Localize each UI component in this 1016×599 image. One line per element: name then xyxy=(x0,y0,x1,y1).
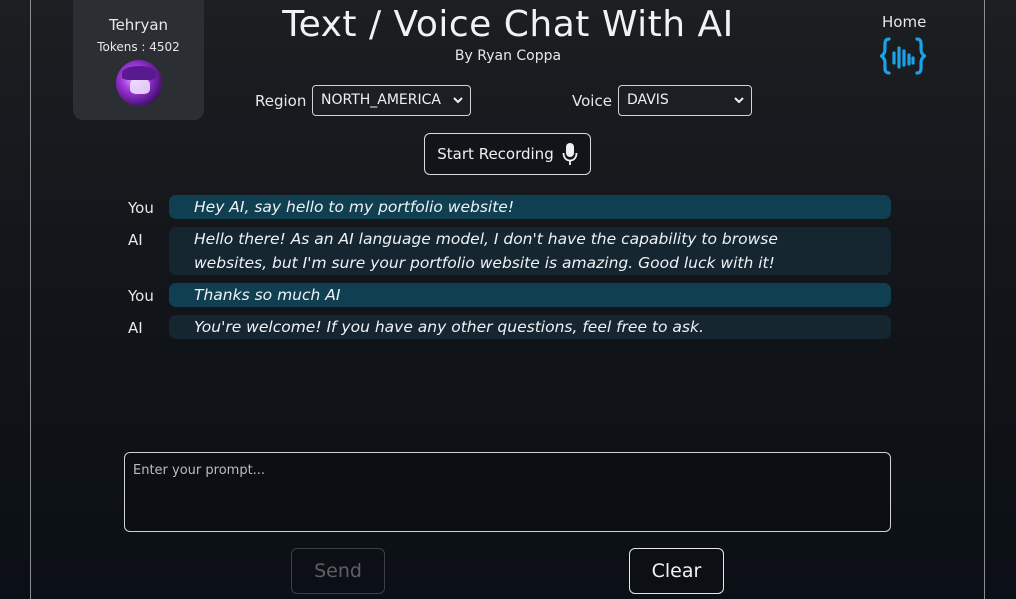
home-link[interactable]: Home xyxy=(882,13,926,31)
send-button[interactable]: Send xyxy=(291,548,385,594)
prompt-input[interactable]: Enter your prompt... xyxy=(124,452,891,532)
message-bubble: You're welcome! If you have any other qu… xyxy=(169,315,891,339)
page-title: Text / Voice Chat With AI xyxy=(282,4,734,45)
voice-label: Voice xyxy=(572,92,612,110)
avatar[interactable] xyxy=(115,60,162,106)
message-speaker: AI xyxy=(128,319,143,337)
code-waveform-icon[interactable] xyxy=(880,36,926,76)
page-subtitle: By Ryan Coppa xyxy=(454,48,562,64)
message-bubble: Thanks so much AI xyxy=(169,283,891,307)
message-bubble: Hello there! As an AI language model, I … xyxy=(169,227,891,275)
message-speaker: AI xyxy=(128,231,143,249)
message-bubble: Hey AI, say hello to my portfolio websit… xyxy=(169,195,891,219)
start-recording-label: Start Recording xyxy=(437,145,554,163)
region-select[interactable]: NORTH_AMERICA xyxy=(312,85,471,116)
chevron-down-icon xyxy=(453,97,463,104)
prompt-placeholder: Enter your prompt... xyxy=(133,463,266,478)
voice-select[interactable]: DAVIS xyxy=(618,85,752,116)
microphone-icon xyxy=(562,143,578,165)
region-label: Region xyxy=(255,92,307,110)
region-select-value: NORTH_AMERICA xyxy=(321,92,441,108)
clear-button[interactable]: Clear xyxy=(629,548,724,594)
message-speaker: You xyxy=(128,199,154,217)
voice-select-value: DAVIS xyxy=(627,92,669,108)
message-speaker: You xyxy=(128,287,154,305)
chevron-down-icon xyxy=(734,97,744,104)
start-recording-button[interactable]: Start Recording xyxy=(424,133,591,175)
